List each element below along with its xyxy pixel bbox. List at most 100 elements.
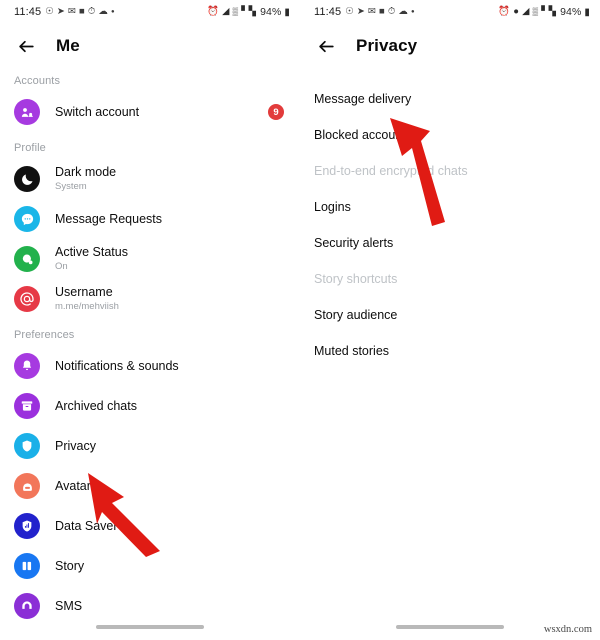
row-dark-mode[interactable]: Dark mode System bbox=[0, 159, 300, 199]
page-title: Privacy bbox=[356, 36, 418, 55]
home-indicator-left bbox=[96, 625, 204, 629]
location-pin-icon: ● bbox=[513, 6, 520, 18]
status-bar-system-icons: ⏰ ● ◢ ▒ ▘▚ 94% ▮ bbox=[498, 6, 590, 18]
status-bar-notification-icons: ☉ ➤ ✉ ■ ⏱ ☁ ● bbox=[345, 7, 414, 17]
dual-screenshot-container: 11:45 ☉ ➤ ✉ ■ ⏱ ☁ ● ⏰ ◢ ▒ ▘▚ 94% ▮ Me Ac… bbox=[0, 0, 600, 640]
row-text: Username m.me/mehviish bbox=[55, 285, 290, 313]
battery-percentage: 94% bbox=[260, 6, 282, 18]
privacy-item-logins[interactable]: Logins bbox=[300, 190, 600, 224]
row-title: Active Status bbox=[55, 245, 128, 259]
row-text: Story bbox=[55, 559, 290, 574]
back-arrow-icon[interactable] bbox=[14, 34, 38, 58]
cloud-icon: ☁ bbox=[98, 6, 108, 18]
row-notifications-and-sounds[interactable]: Notifications & sounds bbox=[0, 346, 300, 386]
row-text: Avatar bbox=[55, 479, 290, 494]
app-bar-right: Privacy bbox=[300, 24, 600, 68]
active-status-icon bbox=[14, 246, 40, 272]
row-text: Privacy bbox=[55, 439, 290, 454]
row-title: Switch account bbox=[55, 104, 140, 119]
back-arrow-icon[interactable] bbox=[314, 34, 338, 58]
app-bar-left: Me bbox=[0, 24, 300, 68]
row-title: Avatar bbox=[55, 478, 91, 493]
row-title: SMS bbox=[55, 598, 83, 613]
privacy-item-message-delivery[interactable]: Message delivery bbox=[300, 82, 600, 116]
row-text: Data Saver bbox=[55, 519, 290, 534]
status-bar-system-icons: ⏰ ◢ ▒ ▘▚ 94% ▮ bbox=[207, 6, 290, 18]
dot-icon: ● bbox=[110, 9, 115, 15]
battery-icon: ▮ bbox=[584, 6, 590, 18]
row-text: Message Requests bbox=[55, 212, 290, 227]
message-requests-icon bbox=[14, 206, 40, 232]
page-title: Me bbox=[56, 36, 80, 55]
row-title: Notifications & sounds bbox=[55, 358, 179, 373]
dark-mode-icon bbox=[14, 166, 40, 192]
row-title: Story bbox=[55, 558, 85, 573]
alarm-icon: ⏰ bbox=[498, 6, 511, 18]
data-saver-icon bbox=[14, 513, 40, 539]
wifi-icon: ◢ bbox=[222, 6, 230, 18]
privacy-section-header-e2ee-chats: End-to-end encrypted chats bbox=[314, 164, 468, 178]
row-title: Archived chats bbox=[55, 398, 137, 413]
row-message-requests[interactable]: Message Requests bbox=[0, 199, 300, 239]
mail-icon: ✉ bbox=[367, 6, 376, 18]
status-bar-time: 11:45 bbox=[14, 6, 42, 18]
dot-icon: ● bbox=[410, 9, 415, 15]
wifi-icon: ◢ bbox=[522, 6, 530, 18]
whatsapp-icon: ☉ bbox=[345, 6, 354, 18]
switch-account-icon bbox=[14, 99, 40, 125]
status-bar-notification-icons: ☉ ➤ ✉ ■ ⏱ ☁ ● bbox=[45, 7, 114, 17]
messenger-icon: ■ bbox=[78, 6, 85, 18]
row-avatar[interactable]: Avatar bbox=[0, 466, 300, 506]
row-text: Active Status On bbox=[55, 245, 290, 273]
privacy-item-security-alerts[interactable]: Security alerts bbox=[300, 226, 600, 260]
row-switch-account[interactable]: Switch account 9 bbox=[0, 92, 300, 132]
mail-icon: ✉ bbox=[67, 6, 76, 18]
row-sms[interactable]: SMS bbox=[0, 586, 300, 626]
row-title: Data Saver bbox=[55, 518, 118, 533]
row-text: Notifications & sounds bbox=[55, 359, 290, 374]
privacy-shield-icon bbox=[14, 433, 40, 459]
row-story[interactable]: Story bbox=[0, 546, 300, 586]
row-subtitle: System bbox=[55, 181, 87, 192]
row-subtitle: On bbox=[55, 261, 68, 272]
section-header-accounts: Accounts bbox=[14, 75, 61, 87]
left-phone-screen: 11:45 ☉ ➤ ✉ ■ ⏱ ☁ ● ⏰ ◢ ▒ ▘▚ 94% ▮ Me Ac… bbox=[0, 0, 300, 640]
row-active-status[interactable]: Active Status On bbox=[0, 239, 300, 279]
telegram-icon: ➤ bbox=[356, 6, 365, 18]
telegram-icon: ➤ bbox=[56, 6, 65, 18]
row-data-saver[interactable]: Data Saver bbox=[0, 506, 300, 546]
section-header-preferences: Preferences bbox=[14, 329, 75, 341]
row-text: Switch account bbox=[55, 105, 268, 120]
messenger-icon: ■ bbox=[378, 6, 385, 18]
notifications-icon bbox=[14, 353, 40, 379]
status-badge: 9 bbox=[268, 104, 284, 120]
battery-percentage: 94% bbox=[560, 6, 582, 18]
status-bar-left: 11:45 ☉ ➤ ✉ ■ ⏱ ☁ ● ⏰ ◢ ▒ ▘▚ 94% ▮ bbox=[0, 0, 300, 24]
status-bar-right: 11:45 ☉ ➤ ✉ ■ ⏱ ☁ ● ⏰ ● ◢ ▒ ▘▚ 94% ▮ bbox=[300, 0, 600, 24]
row-archived-chats[interactable]: Archived chats bbox=[0, 386, 300, 426]
privacy-item-blocked-accounts[interactable]: Blocked accounts bbox=[300, 118, 600, 152]
row-title: Dark mode bbox=[55, 165, 117, 179]
right-phone-screen: 11:45 ☉ ➤ ✉ ■ ⏱ ☁ ● ⏰ ● ◢ ▒ ▘▚ 94% ▮ Pri… bbox=[300, 0, 600, 640]
archived-chats-icon bbox=[14, 393, 40, 419]
battery-icon: ▮ bbox=[284, 6, 290, 18]
privacy-item-story-audience[interactable]: Story audience bbox=[300, 298, 600, 332]
status-bar-time: 11:45 bbox=[314, 6, 342, 18]
row-subtitle: m.me/mehviish bbox=[55, 301, 119, 312]
privacy-item-muted-stories[interactable]: Muted stories bbox=[300, 334, 600, 368]
story-icon bbox=[14, 553, 40, 579]
privacy-section-header-story-shortcuts: Story shortcuts bbox=[314, 272, 398, 286]
row-text: Dark mode System bbox=[55, 165, 290, 193]
row-privacy[interactable]: Privacy bbox=[0, 426, 300, 466]
home-indicator-right bbox=[396, 625, 504, 629]
signal-icon: ▒ bbox=[532, 7, 539, 16]
clock-app-icon: ⏱ bbox=[387, 6, 396, 18]
alarm-icon: ⏰ bbox=[207, 6, 220, 18]
cloud-icon: ☁ bbox=[398, 6, 408, 18]
row-title: Username bbox=[55, 285, 113, 299]
row-username[interactable]: Username m.me/mehviish bbox=[0, 279, 300, 319]
row-title: Privacy bbox=[55, 438, 96, 453]
row-title: Message Requests bbox=[55, 211, 163, 226]
whatsapp-icon: ☉ bbox=[45, 6, 54, 18]
